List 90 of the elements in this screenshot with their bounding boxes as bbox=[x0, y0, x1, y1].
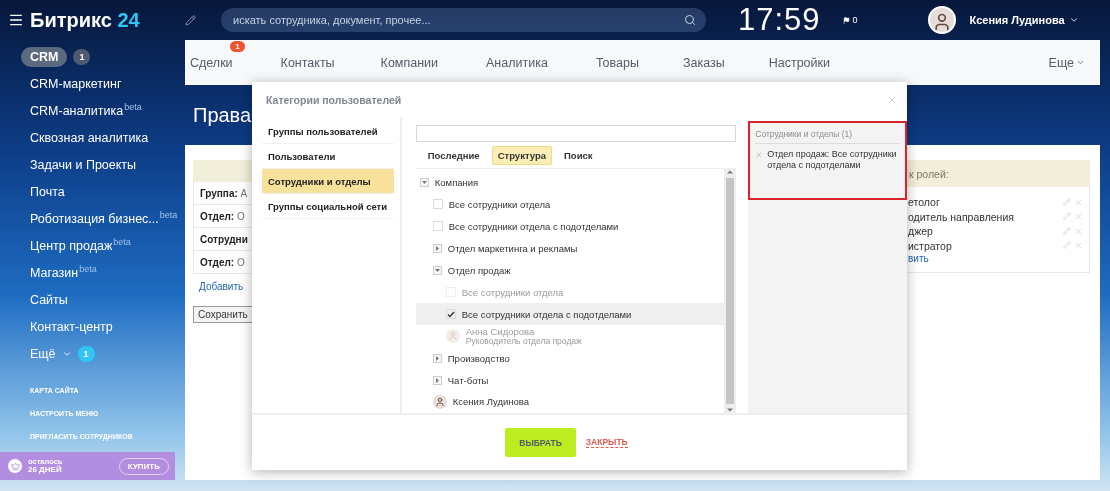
edit-icon[interactable] bbox=[1063, 212, 1071, 222]
sidebar-item[interactable]: Магазин$^{beta}$ bbox=[30, 264, 97, 281]
caret-icon bbox=[1076, 58, 1085, 67]
close-link[interactable]: ЗАКРЫТЬ bbox=[585, 437, 628, 449]
add-link[interactable]: вить bbox=[908, 253, 1083, 264]
delete-icon[interactable] bbox=[1074, 226, 1083, 236]
checkbox-label[interactable]: Все сотрудники отдела с подотделами bbox=[448, 220, 619, 232]
dialog-title: Категории пользователей bbox=[266, 93, 402, 106]
flag-icon bbox=[842, 16, 850, 24]
pencil-icon[interactable] bbox=[185, 14, 196, 26]
expand-toggle[interactable] bbox=[432, 353, 442, 363]
person-name[interactable]: Ксения Лудинова bbox=[452, 397, 530, 408]
checkbox-label[interactable]: Все сотрудники отдела bbox=[448, 198, 551, 210]
triangle-icon bbox=[434, 245, 440, 251]
tab[interactable]: Настройки bbox=[768, 55, 830, 70]
delete-icon[interactable] bbox=[1074, 212, 1083, 222]
delete-icon[interactable] bbox=[1074, 241, 1083, 251]
expand-toggle[interactable] bbox=[432, 243, 442, 253]
expand-toggle[interactable] bbox=[432, 265, 442, 275]
flag-count: 0 bbox=[852, 15, 858, 25]
triangle-icon bbox=[434, 355, 440, 361]
role-name: етолог bbox=[908, 196, 940, 209]
avatar[interactable] bbox=[927, 6, 956, 34]
count-badge: 1 bbox=[77, 345, 95, 362]
caret-icon bbox=[1068, 15, 1079, 25]
tree-item[interactable]: Отдел продаж bbox=[447, 264, 511, 276]
role-name: истратор bbox=[908, 239, 952, 252]
scroll-down-icon[interactable] bbox=[727, 407, 734, 414]
sidebar-item[interactable]: Сквозная аналитика bbox=[30, 130, 149, 145]
person-role: Руководитель отдела продаж bbox=[465, 336, 582, 346]
role-name: одитель направления bbox=[908, 210, 1014, 223]
menu-icon[interactable] bbox=[8, 12, 24, 28]
expand-toggle[interactable] bbox=[432, 375, 442, 385]
page-title: Права bbox=[192, 102, 252, 128]
checkbox[interactable] bbox=[445, 309, 456, 320]
more-tab[interactable]: Еще bbox=[1048, 55, 1074, 70]
tab[interactable]: Поиск bbox=[558, 145, 599, 165]
count-badge: 1 bbox=[73, 48, 91, 65]
roles-header: к ролей: bbox=[905, 160, 1090, 187]
tab[interactable]: Аналитика bbox=[486, 55, 548, 70]
edit-icon[interactable] bbox=[1063, 197, 1071, 207]
search-icon[interactable] bbox=[684, 14, 696, 26]
sidebar-item[interactable]: CRM-аналитика$^{beta}$ bbox=[30, 102, 142, 119]
trial-days: 26 ДНЕЙ bbox=[28, 465, 63, 474]
category-item[interactable]: Группы пользователей bbox=[262, 119, 394, 145]
sidebar-item[interactable]: Центр продаж$^{beta}$ bbox=[30, 237, 131, 254]
sidebar-item[interactable]: CRM-маркетинг bbox=[30, 76, 122, 91]
tab[interactable]: Структура bbox=[491, 145, 553, 165]
user-name[interactable]: Ксения Лудинова bbox=[969, 14, 1065, 26]
triangle-icon bbox=[421, 179, 427, 185]
expand-toggle[interactable] bbox=[419, 177, 429, 187]
tab[interactable]: Последние bbox=[421, 145, 486, 165]
tree-item[interactable]: Производство bbox=[447, 352, 510, 364]
tree-item[interactable]: Отдел маркетинга и рекламы bbox=[447, 242, 578, 254]
search-field[interactable] bbox=[415, 125, 737, 143]
logo-text: Битрикс 24 bbox=[30, 8, 140, 32]
tree-item[interactable]: Компания bbox=[434, 176, 479, 188]
sidebar-item[interactable]: Контакт-центр bbox=[30, 319, 113, 334]
tree-item[interactable]: Чат-боты bbox=[447, 374, 489, 386]
table-header bbox=[193, 160, 253, 182]
save-button[interactable]: Сохранить bbox=[193, 306, 253, 323]
sidebar-item[interactable]: Роботизация бизнес...$^{beta}$ bbox=[30, 210, 178, 227]
checkbox[interactable] bbox=[432, 199, 443, 210]
category-item[interactable]: Сотрудники и отделы bbox=[262, 169, 394, 195]
category-item[interactable]: Группы социальной сети bbox=[262, 194, 394, 220]
count-badge: 1 bbox=[230, 40, 245, 52]
close-button[interactable] bbox=[887, 94, 897, 105]
selected-item: Отдел продаж: Все сотрудники отдела с подотделами bbox=[767, 149, 898, 171]
sidebar-item[interactable]: Задачи и Проекты bbox=[30, 157, 137, 172]
tab[interactable]: Заказы bbox=[682, 55, 725, 70]
triangle-icon bbox=[434, 267, 440, 273]
tab[interactable]: Товары bbox=[595, 55, 639, 70]
scroll-up-icon[interactable] bbox=[727, 169, 734, 176]
edit-icon[interactable] bbox=[1063, 226, 1071, 236]
triangle-icon bbox=[434, 377, 440, 383]
scrollbar[interactable] bbox=[724, 169, 737, 414]
crown-icon bbox=[8, 459, 22, 473]
delete-icon[interactable] bbox=[1074, 197, 1083, 207]
tab[interactable]: Контакты bbox=[280, 55, 335, 70]
checkbox[interactable] bbox=[432, 221, 443, 232]
selection-title: Сотрудники и отделы (1) bbox=[755, 129, 900, 145]
clock: 17:59 bbox=[738, 2, 821, 38]
tab[interactable]: Компании bbox=[380, 55, 439, 70]
edit-icon[interactable] bbox=[1063, 241, 1071, 251]
add-link[interactable]: Добавить bbox=[199, 281, 253, 292]
sidebar-item[interactable]: CRM bbox=[21, 46, 68, 67]
sidebar-item[interactable]: Почта bbox=[30, 184, 65, 199]
sidebar-item[interactable]: Сайты bbox=[30, 292, 68, 307]
role-name: джер bbox=[908, 225, 933, 238]
select-button[interactable]: ВЫБРАТЬ bbox=[505, 428, 576, 458]
